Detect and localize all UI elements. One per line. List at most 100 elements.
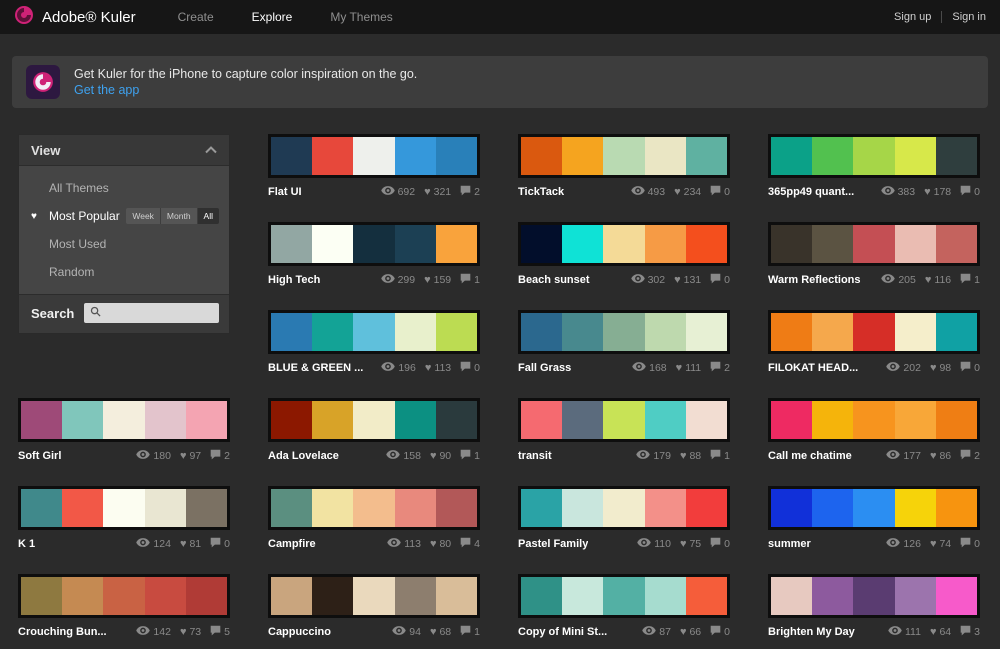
comments-stat[interactable]: 1 [960, 273, 980, 287]
theme-card[interactable]: summer 126 ♥ 74 0 [768, 486, 980, 551]
comments-stat[interactable]: 0 [710, 625, 730, 639]
theme-card[interactable]: BLUE & GREEN ... 196 ♥ 113 0 [268, 310, 480, 375]
theme-swatches[interactable] [268, 310, 480, 354]
theme-card[interactable]: Beach sunset 302 ♥ 131 0 [518, 222, 730, 287]
comments-stat[interactable]: 0 [710, 273, 730, 287]
likes-stat[interactable]: ♥ 113 [425, 362, 451, 374]
view-panel-header[interactable]: View [19, 135, 229, 166]
theme-swatches[interactable] [768, 574, 980, 618]
signup-link[interactable]: Sign up [894, 11, 931, 23]
comments-stat[interactable]: 0 [210, 537, 230, 551]
theme-card[interactable]: transit 179 ♥ 88 1 [518, 398, 730, 463]
likes-stat[interactable]: ♥ 75 [680, 538, 701, 550]
comments-stat[interactable]: 2 [710, 361, 730, 375]
get-the-app-link[interactable]: Get the app [74, 83, 417, 97]
likes-stat[interactable]: ♥ 74 [930, 538, 951, 550]
likes-stat[interactable]: ♥ 86 [930, 450, 951, 462]
comments-stat[interactable]: 2 [460, 185, 480, 199]
theme-card[interactable]: Flat UI 692 ♥ 321 2 [268, 134, 480, 199]
likes-stat[interactable]: ♥ 97 [180, 450, 201, 462]
comments-stat[interactable]: 5 [210, 625, 230, 639]
likes-stat[interactable]: ♥ 131 [674, 274, 701, 286]
theme-card[interactable]: Brighten My Day 111 ♥ 64 3 [768, 574, 980, 639]
comments-stat[interactable]: 0 [960, 361, 980, 375]
comments-stat[interactable]: 0 [960, 537, 980, 551]
theme-card[interactable]: Warm Reflections 205 ♥ 116 1 [768, 222, 980, 287]
theme-swatches[interactable] [268, 486, 480, 530]
likes-stat[interactable]: ♥ 90 [430, 450, 451, 462]
theme-card[interactable]: 365pp49 quant... 383 ♥ 178 0 [768, 134, 980, 199]
theme-swatches[interactable] [768, 486, 980, 530]
likes-stat[interactable]: ♥ 98 [930, 362, 951, 374]
theme-card[interactable]: TickTack 493 ♥ 234 0 [518, 134, 730, 199]
comments-stat[interactable]: 2 [210, 449, 230, 463]
search-input[interactable] [105, 306, 213, 320]
theme-swatches[interactable] [518, 486, 730, 530]
theme-card[interactable]: Call me chatime 177 ♥ 86 2 [768, 398, 980, 463]
theme-card[interactable]: Crouching Bun... 142 ♥ 73 5 [18, 574, 230, 639]
likes-stat[interactable]: ♥ 80 [430, 538, 451, 550]
comments-stat[interactable]: 0 [960, 185, 980, 199]
likes-stat[interactable]: ♥ 73 [180, 626, 201, 638]
likes-stat[interactable]: ♥ 66 [680, 626, 701, 638]
comments-stat[interactable]: 1 [460, 449, 480, 463]
likes-stat[interactable]: ♥ 178 [924, 186, 951, 198]
theme-swatches[interactable] [268, 134, 480, 178]
theme-swatches[interactable] [518, 574, 730, 618]
theme-swatches[interactable] [768, 222, 980, 266]
collapse-chevron-icon[interactable] [205, 141, 217, 159]
theme-card[interactable]: Copy of Mini St... 87 ♥ 66 0 [518, 574, 730, 639]
search-box[interactable] [84, 303, 219, 323]
theme-swatches[interactable] [18, 574, 230, 618]
sidebar-item-most-used[interactable]: Most Used [19, 230, 229, 258]
theme-swatches[interactable] [18, 398, 230, 442]
signin-link[interactable]: Sign in [952, 11, 986, 23]
theme-card[interactable]: Pastel Family 110 ♥ 75 0 [518, 486, 730, 551]
comments-stat[interactable]: 0 [710, 537, 730, 551]
segment-all[interactable]: All [198, 208, 219, 224]
likes-stat[interactable]: ♥ 111 [676, 362, 702, 374]
theme-swatches[interactable] [768, 310, 980, 354]
theme-card[interactable]: FILOKAT HEAD... 202 ♥ 98 0 [768, 310, 980, 375]
sidebar-item-most-popular[interactable]: ♥Most PopularWeekMonthAll [19, 202, 229, 230]
theme-swatches[interactable] [18, 486, 230, 530]
theme-swatches[interactable] [518, 398, 730, 442]
likes-stat[interactable]: ♥ 68 [430, 626, 451, 638]
theme-card[interactable]: Ada Lovelace 158 ♥ 90 1 [268, 398, 480, 463]
nav-item-my-themes[interactable]: My Themes [330, 10, 392, 24]
comments-stat[interactable]: 4 [460, 537, 480, 551]
comments-stat[interactable]: 3 [960, 625, 980, 639]
segment-month[interactable]: Month [161, 208, 198, 224]
theme-swatches[interactable] [268, 222, 480, 266]
likes-stat[interactable]: ♥ 116 [925, 274, 951, 286]
nav-item-explore[interactable]: Explore [252, 10, 293, 24]
comments-stat[interactable]: 0 [460, 361, 480, 375]
theme-swatches[interactable] [518, 310, 730, 354]
theme-swatches[interactable] [268, 398, 480, 442]
segment-week[interactable]: Week [126, 208, 161, 224]
theme-card[interactable]: Fall Grass 168 ♥ 111 2 [518, 310, 730, 375]
theme-card[interactable]: Campfire 113 ♥ 80 4 [268, 486, 480, 551]
likes-stat[interactable]: ♥ 88 [680, 450, 701, 462]
sidebar-item-random[interactable]: Random [19, 258, 229, 286]
theme-swatches[interactable] [518, 222, 730, 266]
likes-stat[interactable]: ♥ 159 [424, 274, 451, 286]
comments-stat[interactable]: 1 [460, 625, 480, 639]
sidebar-item-all-themes[interactable]: All Themes [19, 174, 229, 202]
likes-stat[interactable]: ♥ 64 [930, 626, 951, 638]
comments-stat[interactable]: 1 [710, 449, 730, 463]
likes-stat[interactable]: ♥ 321 [424, 186, 451, 198]
theme-card[interactable]: Cappuccino 94 ♥ 68 1 [268, 574, 480, 639]
theme-swatches[interactable] [768, 134, 980, 178]
nav-item-create[interactable]: Create [178, 10, 214, 24]
theme-card[interactable]: K 1 124 ♥ 81 0 [18, 486, 230, 551]
comments-stat[interactable]: 0 [710, 185, 730, 199]
theme-swatches[interactable] [518, 134, 730, 178]
theme-swatches[interactable] [268, 574, 480, 618]
comments-stat[interactable]: 1 [460, 273, 480, 287]
theme-swatches[interactable] [768, 398, 980, 442]
comments-stat[interactable]: 2 [960, 449, 980, 463]
likes-stat[interactable]: ♥ 81 [180, 538, 201, 550]
theme-card[interactable]: High Tech 299 ♥ 159 1 [268, 222, 480, 287]
theme-card[interactable]: Soft Girl 180 ♥ 97 2 [18, 398, 230, 463]
